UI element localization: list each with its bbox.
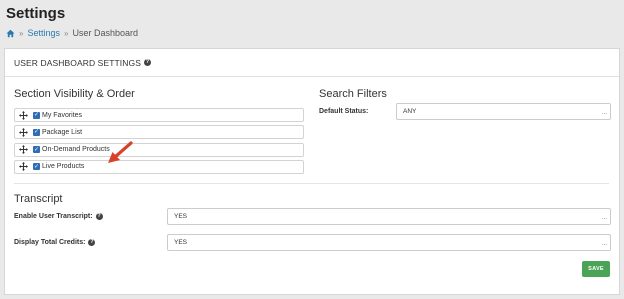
- select-ellipsis-icon: ...: [601, 215, 607, 221]
- checkbox-checked[interactable]: ✓: [33, 163, 40, 171]
- page-title: Settings: [6, 5, 66, 22]
- checkbox-checked[interactable]: ✓: [33, 146, 40, 154]
- panel-header: USER DASHBOARD SETTINGS ?: [5, 49, 619, 77]
- settings-panel: USER DASHBOARD SETTINGS ? Section Visibi…: [4, 48, 620, 295]
- display-credits-select[interactable]: YES ...: [167, 234, 611, 251]
- breadcrumb-settings-link[interactable]: Settings: [27, 28, 60, 38]
- default-status-value: ANY: [403, 108, 417, 115]
- section-visibility-list: ✓ My Favorites ✓ Package List ✓ On-Deman…: [14, 108, 304, 177]
- drag-handle-icon[interactable]: [19, 127, 28, 137]
- breadcrumb: » Settings » User Dashboard: [6, 28, 138, 38]
- select-ellipsis-icon: ...: [601, 110, 607, 116]
- red-arrow-icon: [108, 141, 133, 163]
- enable-transcript-label-text: Enable User Transcript:: [14, 213, 93, 220]
- enable-transcript-value: YES: [174, 213, 188, 220]
- default-status-label: Default Status:: [319, 108, 369, 115]
- list-item[interactable]: ✓ Live Products: [14, 159, 304, 174]
- list-item-label: Package List: [42, 128, 83, 136]
- drag-handle-icon[interactable]: [19, 110, 28, 120]
- breadcrumb-separator: »: [19, 28, 24, 38]
- home-icon[interactable]: [6, 29, 15, 38]
- help-icon[interactable]: ?: [88, 239, 96, 246]
- transcript-title: Transcript: [14, 193, 63, 205]
- default-status-select[interactable]: ANY ...: [396, 103, 611, 120]
- panel-title: USER DASHBOARD SETTINGS: [14, 57, 141, 68]
- checkbox-checked[interactable]: ✓: [33, 111, 40, 119]
- list-item[interactable]: ✓ On-Demand Products: [14, 142, 304, 157]
- save-button[interactable]: SAVE: [582, 261, 610, 277]
- select-ellipsis-icon: ...: [601, 241, 607, 247]
- list-item-label: Live Products: [42, 163, 85, 171]
- help-icon[interactable]: ?: [95, 213, 103, 220]
- list-item[interactable]: ✓ Package List: [14, 125, 304, 140]
- help-icon[interactable]: ?: [144, 59, 151, 66]
- display-credits-value: YES: [174, 239, 188, 246]
- checkbox-checked[interactable]: ✓: [33, 128, 40, 136]
- section-visibility-title: Section Visibility & Order: [14, 88, 135, 100]
- drag-handle-icon[interactable]: [19, 145, 28, 155]
- list-item[interactable]: ✓ My Favorites: [14, 108, 304, 122]
- breadcrumb-separator: »: [63, 28, 69, 38]
- list-item-label: On-Demand Products: [42, 146, 110, 154]
- display-credits-label: Display Total Credits: ?: [14, 239, 96, 246]
- display-credits-label-text: Display Total Credits:: [14, 239, 86, 246]
- drag-handle-icon[interactable]: [19, 162, 28, 172]
- enable-transcript-select[interactable]: YES ...: [167, 208, 611, 225]
- search-filters-title: Search Filters: [319, 88, 387, 100]
- section-divider: [14, 183, 609, 184]
- enable-transcript-label: Enable User Transcript: ?: [14, 213, 103, 220]
- breadcrumb-current: User Dashboard: [72, 28, 138, 38]
- list-item-label: My Favorites: [42, 111, 83, 119]
